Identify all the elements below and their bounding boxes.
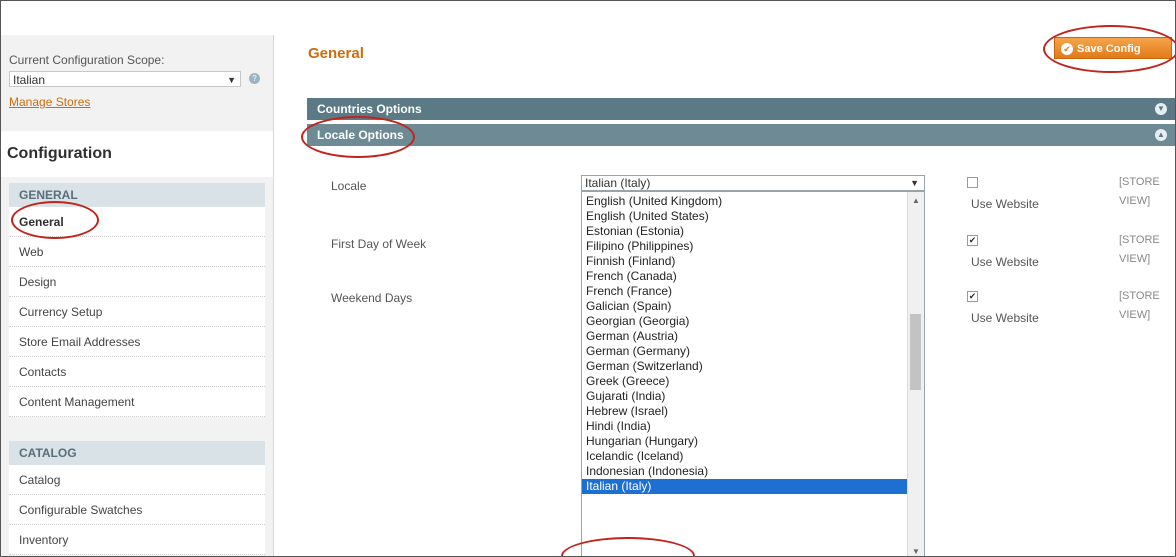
weekend-use-website-label: Use Website bbox=[971, 311, 1039, 325]
locale-option[interactable]: German (Austria) bbox=[586, 329, 678, 344]
first-day-use-website-checkbox[interactable]: ✔ bbox=[967, 235, 978, 246]
sidebar-item-contacts[interactable]: Contacts bbox=[9, 357, 265, 387]
first-day-use-website-label: Use Website bbox=[971, 255, 1039, 269]
locale-option[interactable]: Georgian (Georgia) bbox=[586, 314, 689, 329]
scope-tag-line1: [STORE bbox=[1119, 234, 1160, 246]
save-config-label: Save Config bbox=[1077, 43, 1141, 55]
locale-select[interactable]: Italian (Italy) ▼ bbox=[581, 175, 925, 191]
locale-option[interactable]: English (United Kingdom) bbox=[586, 194, 722, 209]
locale-option[interactable]: French (Canada) bbox=[586, 269, 677, 284]
scope-tag-line1: [STORE bbox=[1119, 290, 1160, 302]
locale-option[interactable]: Finnish (Finland) bbox=[586, 254, 675, 269]
manage-stores-link[interactable]: Manage Stores bbox=[9, 95, 90, 109]
locale-option[interactable]: English (United States) bbox=[586, 209, 709, 224]
locale-option[interactable]: Greek (Greece) bbox=[586, 374, 669, 389]
locale-option[interactable]: Indonesian (Indonesia) bbox=[586, 464, 708, 479]
sidebar: Current Configuration Scope: Italian ▼ ?… bbox=[1, 35, 274, 556]
scope-tag-line1: [STORE bbox=[1119, 176, 1160, 188]
save-config-button[interactable]: ✔ Save Config bbox=[1054, 37, 1172, 59]
locale-option[interactable]: Filipino (Philippines) bbox=[586, 239, 693, 254]
sidebar-item-currency-setup[interactable]: Currency Setup bbox=[9, 297, 265, 327]
locale-label: Locale bbox=[331, 179, 367, 193]
locale-option[interactable]: Galician (Spain) bbox=[586, 299, 671, 314]
locale-option-selected[interactable]: Italian (Italy) bbox=[582, 479, 907, 494]
collapse-icon: ▲ bbox=[1155, 129, 1167, 141]
scope-label: Current Configuration Scope: bbox=[9, 53, 165, 67]
expand-icon: ▼ bbox=[1155, 103, 1167, 115]
section-heading-general: GENERAL bbox=[9, 183, 265, 207]
first-day-of-week-label: First Day of Week bbox=[331, 237, 427, 251]
locale-option[interactable]: Icelandic (Iceland) bbox=[586, 449, 683, 464]
scope-tag-line2: VIEW] bbox=[1119, 309, 1151, 321]
locale-option[interactable]: Hebrew (Israel) bbox=[586, 404, 668, 419]
dropdown-scrollbar[interactable]: ▲ ▼ bbox=[907, 192, 924, 556]
locale-use-website-label: Use Website bbox=[971, 197, 1039, 211]
sidebar-item-configurable-swatches[interactable]: Configurable Swatches bbox=[9, 495, 265, 525]
chevron-down-icon: ▼ bbox=[227, 75, 236, 85]
sidebar-item-general[interactable]: General bbox=[9, 207, 265, 237]
locale-option[interactable]: Gujarati (India) bbox=[586, 389, 665, 404]
scope-tag-line2: VIEW] bbox=[1119, 253, 1151, 265]
locale-options-label: Locale Options bbox=[317, 128, 404, 142]
weekend-use-website-checkbox[interactable]: ✔ bbox=[967, 291, 978, 302]
weekend-scope-tag: [STORE VIEW] bbox=[1119, 287, 1160, 325]
admin-window: Current Configuration Scope: Italian ▼ ?… bbox=[0, 0, 1176, 557]
check-icon: ✔ bbox=[1061, 43, 1073, 55]
help-icon[interactable]: ? bbox=[249, 73, 260, 84]
sidebar-item-catalog[interactable]: Catalog bbox=[9, 465, 265, 495]
first-day-scope-tag: [STORE VIEW] bbox=[1119, 231, 1160, 269]
scope-select[interactable]: Italian ▼ bbox=[9, 71, 241, 87]
locale-scope-tag: [STORE VIEW] bbox=[1119, 173, 1160, 211]
locale-options-bar[interactable]: Locale Options ▲ bbox=[307, 124, 1175, 146]
sidebar-item-store-email-addresses[interactable]: Store Email Addresses bbox=[9, 327, 265, 357]
sidebar-item-inventory[interactable]: Inventory bbox=[9, 525, 265, 555]
locale-dropdown-list[interactable]: English (United Kingdom) English (United… bbox=[581, 191, 925, 556]
scroll-thumb[interactable] bbox=[910, 314, 921, 390]
sidebar-item-content-management[interactable]: Content Management bbox=[9, 387, 265, 417]
locale-use-website-checkbox[interactable] bbox=[967, 177, 978, 188]
scope-select-value: Italian bbox=[13, 73, 46, 87]
countries-options-label: Countries Options bbox=[317, 102, 422, 116]
locale-option[interactable]: Hungarian (Hungary) bbox=[586, 434, 698, 449]
locale-option[interactable]: German (Switzerland) bbox=[586, 359, 703, 374]
locale-option[interactable]: German (Germany) bbox=[586, 344, 690, 359]
configuration-header: Configuration bbox=[1, 131, 273, 177]
locale-option[interactable]: French (France) bbox=[586, 284, 672, 299]
sidebar-item-design[interactable]: Design bbox=[9, 267, 265, 297]
locale-select-value: Italian (Italy) bbox=[585, 176, 651, 190]
scope-tag-line2: VIEW] bbox=[1119, 195, 1151, 207]
chevron-down-icon: ▼ bbox=[910, 178, 919, 188]
locale-option[interactable]: Estonian (Estonia) bbox=[586, 224, 684, 239]
section-heading-catalog: CATALOG bbox=[9, 441, 265, 465]
sidebar-item-web[interactable]: Web bbox=[9, 237, 265, 267]
locale-option[interactable]: Hindi (India) bbox=[586, 419, 651, 434]
scroll-up-icon[interactable]: ▲ bbox=[912, 196, 920, 205]
scroll-down-icon[interactable]: ▼ bbox=[912, 547, 920, 556]
page-title: General bbox=[308, 45, 364, 62]
countries-options-bar[interactable]: Countries Options ▼ bbox=[307, 98, 1175, 120]
configuration-title: Configuration bbox=[7, 145, 112, 162]
weekend-days-label: Weekend Days bbox=[331, 291, 413, 305]
